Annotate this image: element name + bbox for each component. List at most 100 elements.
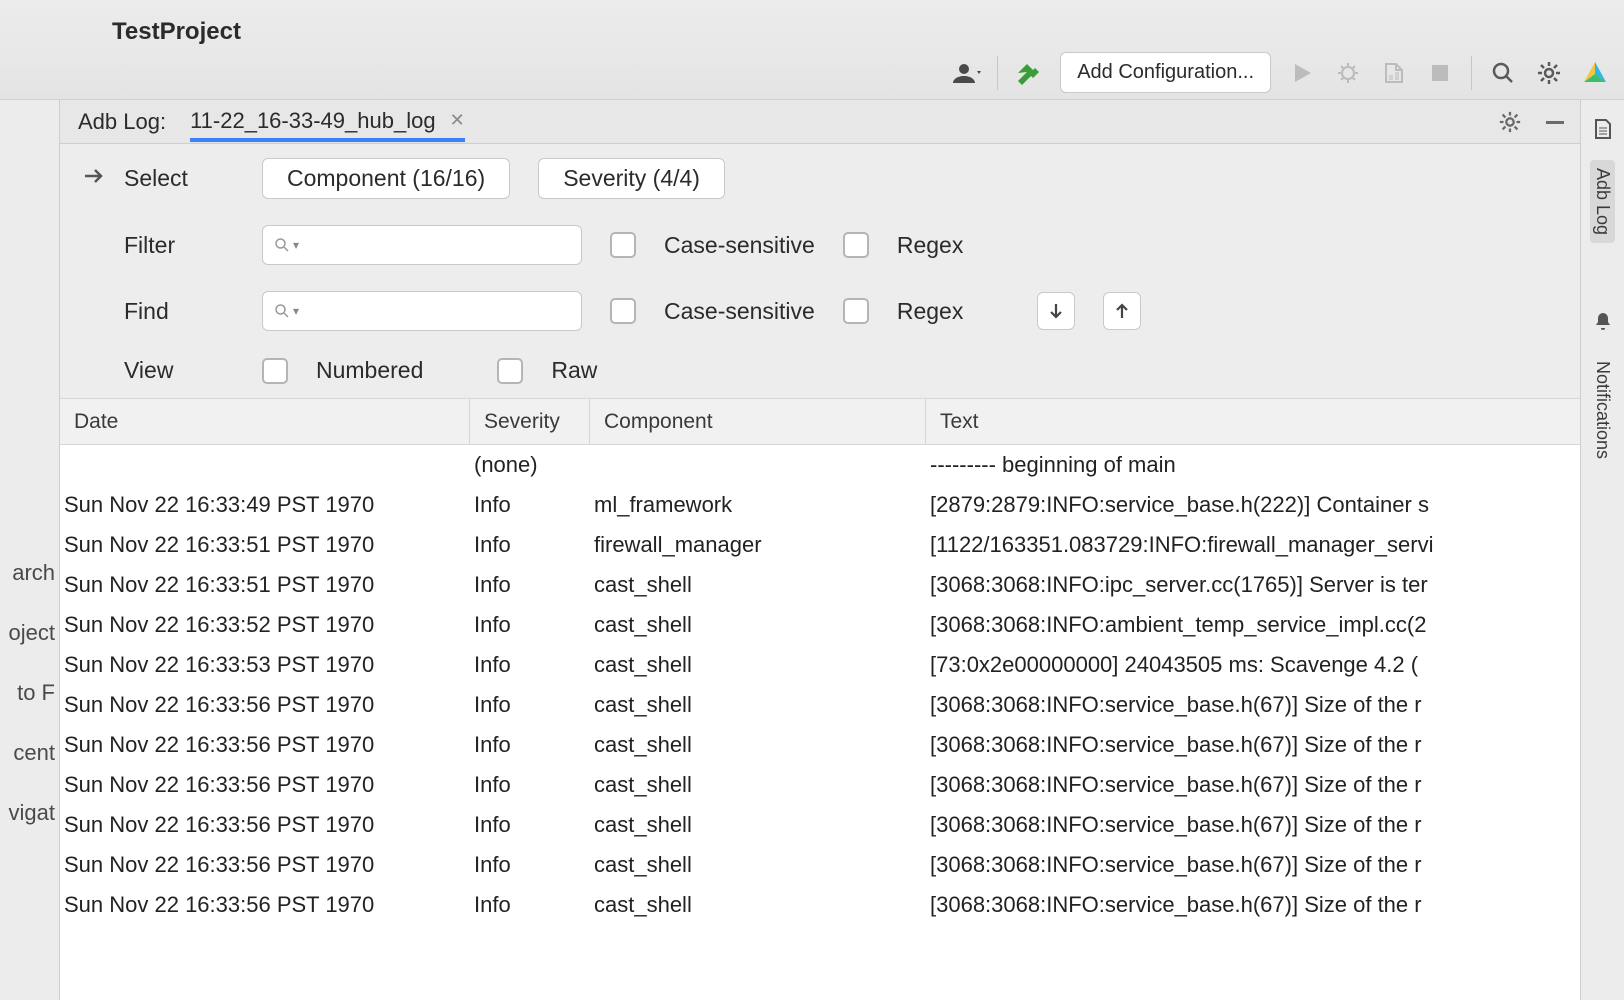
find-label: Find (124, 298, 254, 325)
cell-component: cast_shell (590, 732, 926, 758)
table-row[interactable]: Sun Nov 22 16:33:56 PST 1970Infocast_she… (60, 805, 1580, 845)
cell-severity: Info (470, 652, 590, 678)
cell-date: Sun Nov 22 16:33:56 PST 1970 (60, 852, 470, 878)
user-dropdown-icon[interactable] (951, 58, 981, 88)
find-next-button[interactable] (1037, 292, 1075, 330)
find-input[interactable]: ▾ (262, 291, 582, 331)
cell-component: cast_shell (590, 892, 926, 918)
cell-date: Sun Nov 22 16:33:49 PST 1970 (60, 492, 470, 518)
left-stripe-item[interactable]: to F (17, 680, 55, 706)
table-row[interactable]: Sun Nov 22 16:33:51 PST 1970Infofirewall… (60, 525, 1580, 565)
table-row[interactable]: Sun Nov 22 16:33:51 PST 1970Infocast_she… (60, 565, 1580, 605)
bell-icon[interactable] (1590, 309, 1616, 335)
log-table-header: Date Severity Component Text (60, 399, 1580, 445)
filter-input[interactable]: ▾ (262, 225, 582, 265)
table-row[interactable]: Sun Nov 22 16:33:52 PST 1970Infocast_she… (60, 605, 1580, 645)
table-row[interactable]: Sun Nov 22 16:33:56 PST 1970Infocast_she… (60, 845, 1580, 885)
search-everywhere-icon[interactable] (1488, 58, 1518, 88)
top-toolbar: TestProject Add Configuration... (0, 0, 1624, 100)
col-date[interactable]: Date (60, 399, 470, 444)
log-table: Date Severity Component Text (none)-----… (60, 399, 1580, 1000)
left-stripe-item[interactable]: oject (9, 620, 55, 646)
cell-severity: Info (470, 612, 590, 638)
cell-date: Sun Nov 22 16:33:56 PST 1970 (60, 692, 470, 718)
numbered-label: Numbered (316, 357, 423, 384)
cell-text: [3068:3068:INFO:service_base.h(67)] Size… (926, 732, 1580, 758)
cell-text: [3068:3068:INFO:service_base.h(67)] Size… (926, 812, 1580, 838)
log-tab[interactable]: 11-22_16-33-49_hub_log ✕ (190, 108, 465, 142)
right-tool-stripe: Adb Log Notifications (1580, 100, 1624, 1000)
table-row[interactable]: Sun Nov 22 16:33:49 PST 1970Infoml_frame… (60, 485, 1580, 525)
filter-regex-checkbox[interactable] (843, 232, 869, 258)
cell-date: Sun Nov 22 16:33:52 PST 1970 (60, 612, 470, 638)
col-severity[interactable]: Severity (470, 399, 590, 444)
panel-tab-row: Adb Log: 11-22_16-33-49_hub_log ✕ (60, 100, 1580, 144)
find-case-sensitive-checkbox[interactable] (610, 298, 636, 324)
case-sensitive-label: Case-sensitive (664, 232, 815, 259)
cell-text: [3068:3068:INFO:ipc_server.cc(1765)] Ser… (926, 572, 1580, 598)
stop-icon[interactable] (1425, 58, 1455, 88)
coverage-icon[interactable] (1379, 58, 1409, 88)
cell-component: firewall_manager (590, 532, 926, 558)
cell-text: [1122/163351.083729:INFO:firewall_manage… (926, 532, 1580, 558)
cell-severity: Info (470, 892, 590, 918)
regex-label: Regex (897, 298, 963, 325)
table-row[interactable]: (none)--------- beginning of main (60, 445, 1580, 485)
left-stripe-item[interactable]: arch (12, 560, 55, 586)
toolbar-right-group: Add Configuration... (951, 52, 1610, 93)
filter-label: Filter (124, 232, 254, 259)
run-icon[interactable] (1287, 58, 1317, 88)
close-icon[interactable]: ✕ (450, 110, 465, 131)
cell-text: [73:0x2e00000000] 24043505 ms: Scavenge … (926, 652, 1580, 678)
cell-date: Sun Nov 22 16:33:56 PST 1970 (60, 772, 470, 798)
case-sensitive-label: Case-sensitive (664, 298, 815, 325)
select-label: Select (124, 165, 254, 192)
settings-gear-icon[interactable] (1534, 58, 1564, 88)
left-stripe-item[interactable]: cent (13, 740, 55, 766)
cell-component: cast_shell (590, 852, 926, 878)
col-text[interactable]: Text (926, 399, 1580, 444)
find-regex-checkbox[interactable] (843, 298, 869, 324)
cell-component: cast_shell (590, 812, 926, 838)
view-label: View (124, 357, 254, 384)
adb-log-tool-tab[interactable]: Adb Log (1590, 160, 1615, 243)
panel-title: Adb Log: (78, 109, 166, 135)
cell-text: [3068:3068:INFO:service_base.h(67)] Size… (926, 852, 1580, 878)
collapse-arrow-icon[interactable] (72, 158, 116, 384)
panel-settings-gear-icon[interactable] (1498, 110, 1522, 134)
filter-panel: Select Component (16/16) Severity (4/4) … (60, 144, 1580, 399)
cell-component: cast_shell (590, 772, 926, 798)
table-row[interactable]: Sun Nov 22 16:33:56 PST 1970Infocast_she… (60, 725, 1580, 765)
cell-severity: (none) (470, 452, 590, 478)
separator (997, 56, 998, 90)
cell-component: cast_shell (590, 572, 926, 598)
table-row[interactable]: Sun Nov 22 16:33:56 PST 1970Infocast_she… (60, 885, 1580, 925)
log-tab-label: 11-22_16-33-49_hub_log (190, 108, 435, 134)
left-tool-stripe: arch oject to F cent vigat (0, 100, 60, 1000)
raw-checkbox[interactable] (497, 358, 523, 384)
cell-severity: Info (470, 532, 590, 558)
filter-case-sensitive-checkbox[interactable] (610, 232, 636, 258)
col-component[interactable]: Component (590, 399, 926, 444)
cell-date: Sun Nov 22 16:33:51 PST 1970 (60, 572, 470, 598)
minimize-icon[interactable] (1544, 111, 1566, 133)
cell-severity: Info (470, 492, 590, 518)
table-row[interactable]: Sun Nov 22 16:33:53 PST 1970Infocast_she… (60, 645, 1580, 685)
table-row[interactable]: Sun Nov 22 16:33:56 PST 1970Infocast_she… (60, 765, 1580, 805)
debug-icon[interactable] (1333, 58, 1363, 88)
cell-component: cast_shell (590, 612, 926, 638)
add-configuration-button[interactable]: Add Configuration... (1060, 52, 1271, 93)
numbered-checkbox[interactable] (262, 358, 288, 384)
notifications-tool-tab[interactable]: Notifications (1590, 353, 1615, 467)
severity-filter-button[interactable]: Severity (4/4) (538, 158, 725, 199)
find-prev-button[interactable] (1103, 292, 1141, 330)
left-stripe-item[interactable]: vigat (9, 800, 55, 826)
component-filter-button[interactable]: Component (16/16) (262, 158, 510, 199)
brand-triangle-icon[interactable] (1580, 58, 1610, 88)
regex-label: Regex (897, 232, 963, 259)
table-row[interactable]: Sun Nov 22 16:33:56 PST 1970Infocast_she… (60, 685, 1580, 725)
build-hammer-icon[interactable] (1014, 58, 1044, 88)
cell-severity: Info (470, 732, 590, 758)
cell-date: Sun Nov 22 16:33:56 PST 1970 (60, 812, 470, 838)
document-icon[interactable] (1590, 116, 1616, 142)
